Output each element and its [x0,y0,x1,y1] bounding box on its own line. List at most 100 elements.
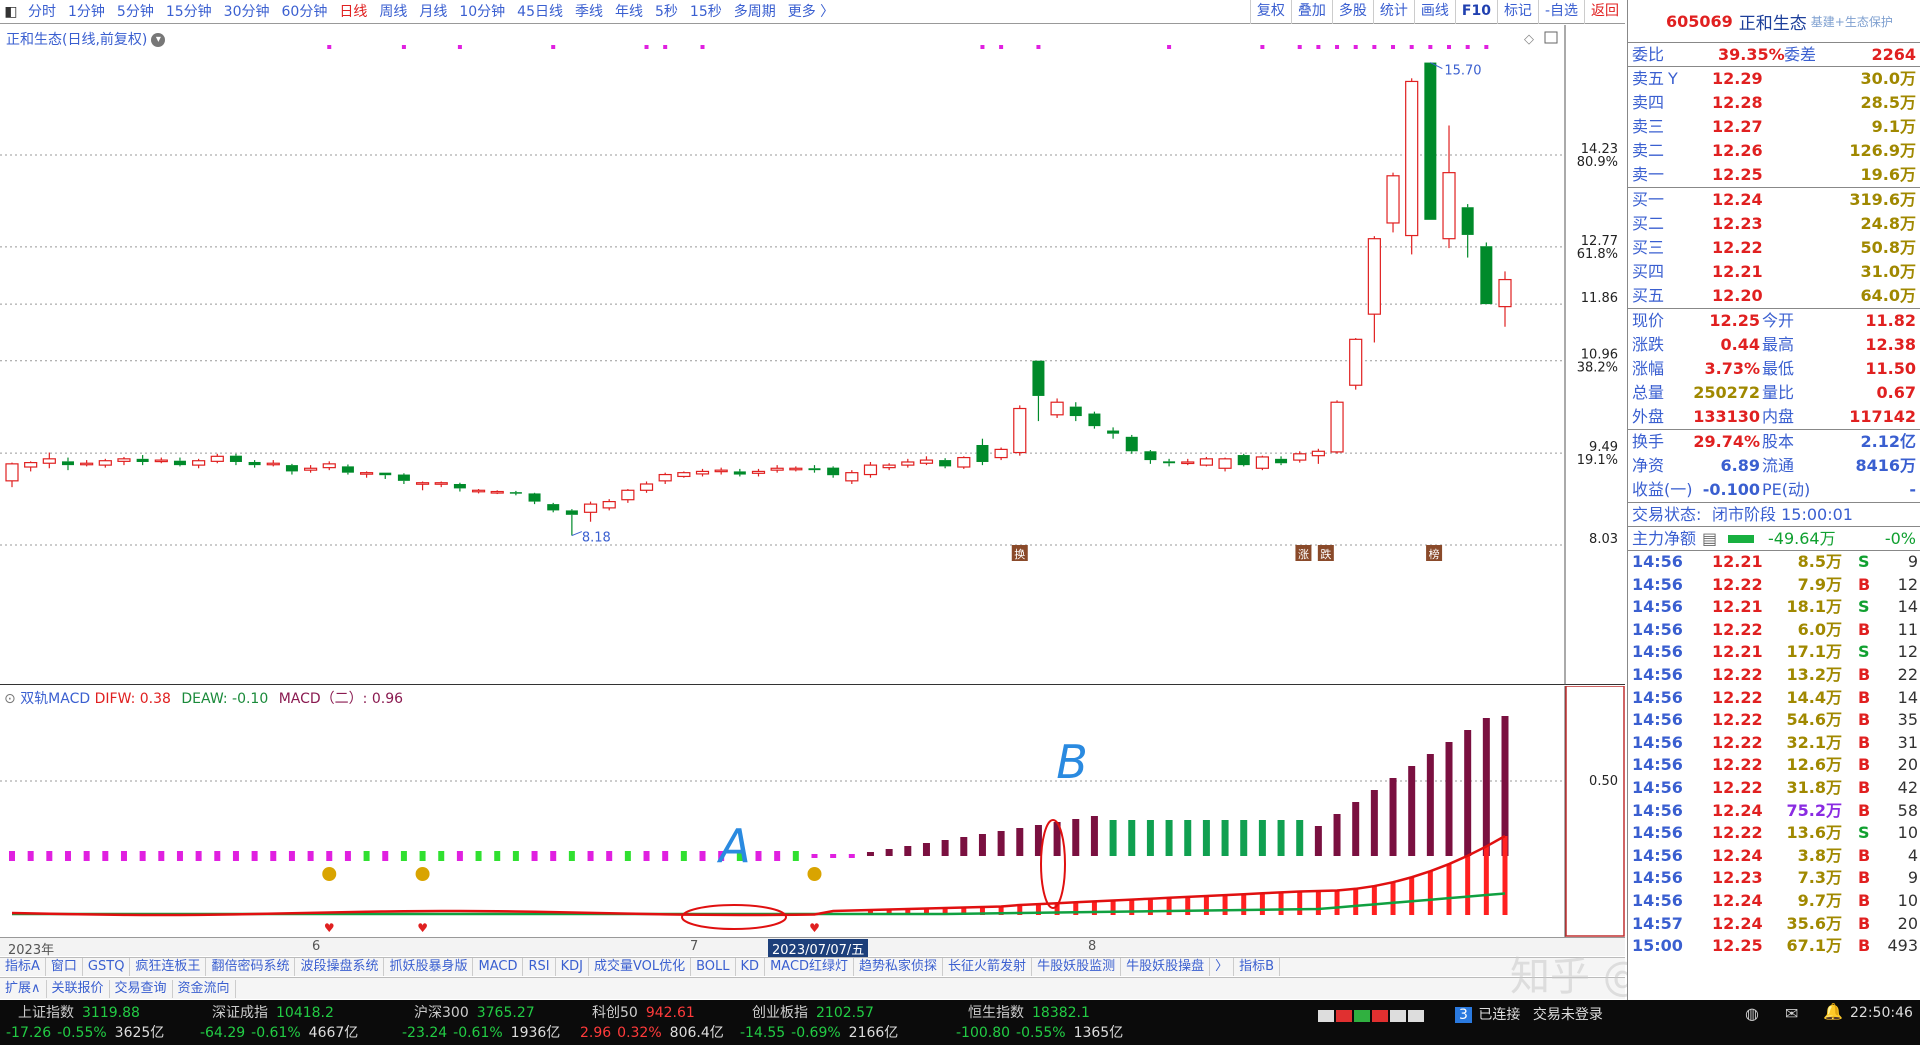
indicator-tab-19[interactable]: 指标B [1234,958,1281,976]
period-13[interactable]: 5秒 [649,1,684,23]
tick-row-16[interactable]: 14:57 12.24 35.6万 B 20 [1628,913,1920,936]
indicator-tab-4[interactable]: 翻倍密码系统 [206,958,296,976]
indicator-tab-7[interactable]: MACD [473,958,524,976]
tick-row-7[interactable]: 14:56 12.22 54.6万 B 35 [1628,709,1920,732]
index-1[interactable]: 深证成指 10418.2 [212,1002,334,1022]
indicator-tab-6[interactable]: 抓妖股暴身版 [384,958,474,976]
period-8[interactable]: 月线 [413,1,453,23]
period-4[interactable]: 30分钟 [218,1,276,23]
macd-chart[interactable]: 0.50 ♥ ♥ ♥ A B ⊙ 双轨MACD DIFW: 0.38 DEAW: -0.1… [0,685,1625,937]
bids-row-2[interactable]: 买三 12.22 50.8万 [1628,236,1920,260]
index-2[interactable]: 沪深300 3765.27 [414,1002,535,1022]
asks-row-1[interactable]: 卖四 12.28 28.5万 [1628,91,1920,115]
tick-row-8[interactable]: 14:56 12.22 32.1万 B 31 [1628,732,1920,755]
indicator-tab-8[interactable]: RSI [523,958,556,976]
tick-row-3[interactable]: 14:56 12.22 6.0万 B 11 [1628,619,1920,642]
extend-tab-3[interactable]: 资金流向 [173,979,236,998]
main-flow-icon[interactable]: ▤ [1702,527,1717,551]
period-16[interactable]: 更多 〉 [782,1,840,23]
extend-tab-2[interactable]: 交易查询 [110,979,173,998]
tick-row-17[interactable]: 15:00 12.25 67.1万 B 493 [1628,935,1920,958]
period-2[interactable]: 5分钟 [111,1,160,23]
tick-row-11[interactable]: 14:56 12.24 75.2万 B 58 [1628,800,1920,823]
tick-row-14[interactable]: 14:56 12.23 7.3万 B 9 [1628,867,1920,890]
indicator-tab-18[interactable]: 〉 [1210,958,1235,976]
indicator-tab-3[interactable]: 疯狂连板王 [130,958,207,976]
period-1[interactable]: 1分钟 [62,1,111,23]
tick-row-6[interactable]: 14:56 12.22 14.4万 B 14 [1628,687,1920,710]
menu-icon[interactable]: ◧ [0,1,22,23]
login-status[interactable]: 交易未登录 [1533,1007,1603,1023]
tool-8[interactable]: 返回 [1584,0,1625,24]
tick-row-9[interactable]: 14:56 12.22 12.6万 B 20 [1628,754,1920,777]
tool-4[interactable]: 画线 [1413,0,1455,24]
event-tag-3[interactable]: 榜 [1426,545,1443,561]
tool-7[interactable]: -自选 [1537,0,1584,24]
bids-row-3[interactable]: 买四 12.21 31.0万 [1628,260,1920,284]
indicator-tab-2[interactable]: GSTQ [83,958,131,976]
candlestick-chart[interactable]: 14.23 80.9% 12.77 61.8% 11.86 10.96 38.2% 9.49 1… [0,25,1625,685]
index-0[interactable]: 上证指数 3119.88 [18,1002,140,1022]
tool-1[interactable]: 叠加 [1290,0,1332,24]
period-6[interactable]: 日线 [333,1,373,23]
period-7[interactable]: 周线 [373,1,413,23]
indicator-tab-13[interactable]: MACD红绿灯 [765,958,855,976]
indicator-tab-16[interactable]: 牛股妖股监测 [1032,958,1122,976]
period-9[interactable]: 10分钟 [453,1,511,23]
indicator-tab-9[interactable]: KDJ [556,958,589,976]
period-12[interactable]: 年线 [609,1,649,23]
period-14[interactable]: 15秒 [684,1,728,23]
period-5[interactable]: 60分钟 [276,1,334,23]
tool-0[interactable]: 复权 [1249,0,1291,24]
indicator-tab-15[interactable]: 长征火箭发射 [943,958,1033,976]
connection-status[interactable]: 3 已连接 交易未登录 [1455,1004,1603,1024]
tick-row-5[interactable]: 14:56 12.22 13.2万 B 22 [1628,664,1920,687]
index-4[interactable]: 创业板指 2102.57 [752,1002,874,1022]
tick-row-15[interactable]: 14:56 12.24 9.7万 B 10 [1628,890,1920,913]
period-10[interactable]: 45日线 [511,1,569,23]
period-3[interactable]: 15分钟 [160,1,218,23]
tick-row-13[interactable]: 14:56 12.24 3.8万 B 4 [1628,845,1920,868]
period-11[interactable]: 季线 [569,1,609,23]
tick-row-2[interactable]: 14:56 12.21 18.1万 S 14 [1628,596,1920,619]
extend-tab-0[interactable]: 扩展∧ [0,979,47,998]
event-tag-0[interactable]: 换 [1011,545,1028,561]
tick-row-0[interactable]: 14:56 12.21 8.5万 S 9 [1628,551,1920,574]
indicator-tab-12[interactable]: KD [736,958,766,976]
tool-6[interactable]: 标记 [1496,0,1538,24]
asks-row-3[interactable]: 卖二 12.26 126.9万 [1628,139,1920,163]
index-3[interactable]: 科创50 942.61 [592,1002,695,1022]
bids-row-1[interactable]: 买二 12.23 24.8万 [1628,212,1920,236]
extend-tab-1[interactable]: 关联报价 [47,979,110,998]
bids-row-0[interactable]: 买一 12.24 319.6万 [1628,188,1920,212]
tool-5[interactable]: F10 [1454,0,1497,24]
network-icon[interactable]: ◍ [1745,1004,1759,1023]
bids-row-4[interactable]: 买五 12.20 64.0万 [1628,284,1920,308]
chart-settings-icon[interactable]: ▾ [151,33,166,47]
event-tag-1[interactable]: 涨 [1295,545,1312,561]
indicator-tab-1[interactable]: 窗口 [46,958,83,976]
period-0[interactable]: 分时 [22,1,62,23]
tick-row-1[interactable]: 14:56 12.22 7.9万 B 12 [1628,574,1920,597]
indicator-tab-11[interactable]: BOLL [691,958,736,976]
tick-row-4[interactable]: 14:56 12.21 17.1万 S 12 [1628,641,1920,664]
indicator-tab-14[interactable]: 趋势私家侦探 [854,958,944,976]
asks-row-2[interactable]: 卖三 12.27 9.1万 [1628,115,1920,139]
index-5[interactable]: 恒生指数 18382.1 [968,1002,1090,1022]
indicator-tab-10[interactable]: 成交量VOL优化 [589,958,692,976]
indicator-tab-0[interactable]: 指标A [0,958,46,976]
tick-row-12[interactable]: 14:56 12.22 13.6万 S 10 [1628,822,1920,845]
tick-row-10[interactable]: 14:56 12.22 31.8万 B 42 [1628,777,1920,800]
tool-3[interactable]: 统计 [1372,0,1414,24]
tool-2[interactable]: 多股 [1331,0,1373,24]
asks-row-0[interactable]: 卖五 Y 12.29 30.0万 [1628,67,1920,91]
macd-toggle-icon[interactable]: ⊙ [4,691,16,707]
indicator-tab-17[interactable]: 牛股妖股操盘 [1121,958,1211,976]
message-icon[interactable]: ✉ [1785,1004,1798,1023]
asks-row-4[interactable]: 卖一 12.25 19.6万 [1628,163,1920,187]
period-15[interactable]: 多周期 [728,1,782,23]
bell-icon[interactable]: 🔔 [1823,1002,1843,1021]
tick-list[interactable]: 14:56 12.21 8.5万 S 9 14:56 12.22 7.9万 B 12 14:56 12… [1628,550,1920,958]
indicator-tab-5[interactable]: 波段操盘系统 [295,958,385,976]
event-tag-2[interactable]: 跌 [1317,545,1334,561]
